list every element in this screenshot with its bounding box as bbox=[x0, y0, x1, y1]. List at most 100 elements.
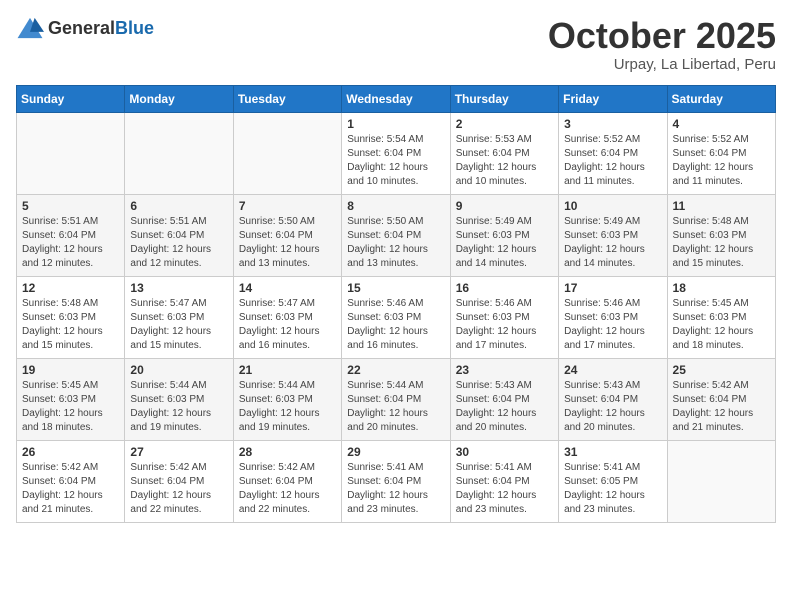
day-number: 9 bbox=[456, 199, 553, 213]
calendar-day-cell: 29 Sunrise: 5:41 AM Sunset: 6:04 PM Dayli… bbox=[342, 440, 450, 522]
calendar-day-cell: 7 Sunrise: 5:50 AM Sunset: 6:04 PM Daylig… bbox=[233, 194, 341, 276]
calendar-day-cell: 11 Sunrise: 5:48 AM Sunset: 6:03 PM Dayli… bbox=[667, 194, 775, 276]
day-number: 13 bbox=[130, 281, 227, 295]
day-info: Sunrise: 5:44 AM Sunset: 6:03 PM Dayligh… bbox=[239, 379, 336, 435]
calendar-day-cell: 28 Sunrise: 5:42 AM Sunset: 6:04 PM Dayli… bbox=[233, 440, 341, 522]
day-info: Sunrise: 5:51 AM Sunset: 6:04 PM Dayligh… bbox=[130, 215, 227, 271]
weekday-header-saturday: Saturday bbox=[667, 85, 775, 112]
calendar-day-cell: 8 Sunrise: 5:50 AM Sunset: 6:04 PM Daylig… bbox=[342, 194, 450, 276]
day-number: 6 bbox=[130, 199, 227, 213]
day-info: Sunrise: 5:47 AM Sunset: 6:03 PM Dayligh… bbox=[130, 297, 227, 353]
day-number: 23 bbox=[456, 363, 553, 377]
month-title: October 2025 bbox=[548, 16, 776, 56]
day-number: 10 bbox=[564, 199, 661, 213]
day-info: Sunrise: 5:51 AM Sunset: 6:04 PM Dayligh… bbox=[22, 215, 119, 271]
day-number: 31 bbox=[564, 445, 661, 459]
day-info: Sunrise: 5:44 AM Sunset: 6:04 PM Dayligh… bbox=[347, 379, 444, 435]
calendar-week-row: 1Sunrise: 5:54 AM Sunset: 6:04 PM Daylig… bbox=[17, 112, 776, 194]
calendar-day-cell: 5 Sunrise: 5:51 AM Sunset: 6:04 PM Daylig… bbox=[17, 194, 125, 276]
day-info: Sunrise: 5:44 AM Sunset: 6:03 PM Dayligh… bbox=[130, 379, 227, 435]
day-info: Sunrise: 5:46 AM Sunset: 6:03 PM Dayligh… bbox=[456, 297, 553, 353]
day-number: 29 bbox=[347, 445, 444, 459]
day-info: Sunrise: 5:50 AM Sunset: 6:04 PM Dayligh… bbox=[239, 215, 336, 271]
day-number: 24 bbox=[564, 363, 661, 377]
title-area: October 2025 Urpay, La Libertad, Peru bbox=[548, 16, 776, 73]
calendar-day-cell: 3 Sunrise: 5:52 AM Sunset: 6:04 PM Daylig… bbox=[559, 112, 667, 194]
page-header: GeneralBlue October 2025 Urpay, La Liber… bbox=[16, 16, 776, 73]
empty-day-cell bbox=[233, 112, 341, 194]
day-info: Sunrise: 5:48 AM Sunset: 6:03 PM Dayligh… bbox=[673, 215, 770, 271]
day-number: 25 bbox=[673, 363, 770, 377]
day-info: Sunrise: 5:49 AM Sunset: 6:03 PM Dayligh… bbox=[564, 215, 661, 271]
day-info: Sunrise: 5:41 AM Sunset: 6:04 PM Dayligh… bbox=[347, 461, 444, 517]
day-info: Sunrise: 5:42 AM Sunset: 6:04 PM Dayligh… bbox=[239, 461, 336, 517]
day-info: Sunrise: 5:46 AM Sunset: 6:03 PM Dayligh… bbox=[347, 297, 444, 353]
calendar-day-cell: 23 Sunrise: 5:43 AM Sunset: 6:04 PM Dayli… bbox=[450, 358, 558, 440]
calendar-day-cell: 25 Sunrise: 5:42 AM Sunset: 6:04 PM Dayli… bbox=[667, 358, 775, 440]
calendar-day-cell: 21 Sunrise: 5:44 AM Sunset: 6:03 PM Dayli… bbox=[233, 358, 341, 440]
calendar-day-cell: 31 Sunrise: 5:41 AM Sunset: 6:05 PM Dayli… bbox=[559, 440, 667, 522]
day-info: Sunrise: 5:52 AM Sunset: 6:04 PM Dayligh… bbox=[564, 133, 661, 189]
calendar-day-cell: 9 Sunrise: 5:49 AM Sunset: 6:03 PM Daylig… bbox=[450, 194, 558, 276]
calendar-week-row: 5 Sunrise: 5:51 AM Sunset: 6:04 PM Daylig… bbox=[17, 194, 776, 276]
day-number: 19 bbox=[22, 363, 119, 377]
day-info: Sunrise: 5:52 AM Sunset: 6:04 PM Dayligh… bbox=[673, 133, 770, 189]
day-info: Sunrise: 5:42 AM Sunset: 6:04 PM Dayligh… bbox=[130, 461, 227, 517]
day-number: 30 bbox=[456, 445, 553, 459]
calendar-day-cell: 12 Sunrise: 5:48 AM Sunset: 6:03 PM Dayli… bbox=[17, 276, 125, 358]
calendar-day-cell: 14Sunrise: 5:47 AM Sunset: 6:03 PM Dayli… bbox=[233, 276, 341, 358]
day-number: 18 bbox=[673, 281, 770, 295]
empty-day-cell bbox=[17, 112, 125, 194]
day-number: 15 bbox=[347, 281, 444, 295]
day-info: Sunrise: 5:46 AM Sunset: 6:03 PM Dayligh… bbox=[564, 297, 661, 353]
calendar-day-cell: 15 Sunrise: 5:46 AM Sunset: 6:03 PM Dayli… bbox=[342, 276, 450, 358]
calendar-day-cell: 20Sunrise: 5:44 AM Sunset: 6:03 PM Dayli… bbox=[125, 358, 233, 440]
day-number: 16 bbox=[456, 281, 553, 295]
calendar-day-cell: 30Sunrise: 5:41 AM Sunset: 6:04 PM Dayli… bbox=[450, 440, 558, 522]
calendar-day-cell: 10 Sunrise: 5:49 AM Sunset: 6:03 PM Dayli… bbox=[559, 194, 667, 276]
calendar-day-cell: 17 Sunrise: 5:46 AM Sunset: 6:03 PM Dayli… bbox=[559, 276, 667, 358]
day-info: Sunrise: 5:47 AM Sunset: 6:03 PM Dayligh… bbox=[239, 297, 336, 353]
day-info: Sunrise: 5:54 AM Sunset: 6:04 PM Dayligh… bbox=[347, 133, 444, 189]
day-info: Sunrise: 5:43 AM Sunset: 6:04 PM Dayligh… bbox=[564, 379, 661, 435]
day-number: 4 bbox=[673, 117, 770, 131]
calendar-week-row: 19 Sunrise: 5:45 AM Sunset: 6:03 PM Dayli… bbox=[17, 358, 776, 440]
calendar-table: SundayMondayTuesdayWednesdayThursdayFrid… bbox=[16, 85, 776, 523]
day-number: 27 bbox=[130, 445, 227, 459]
day-info: Sunrise: 5:43 AM Sunset: 6:04 PM Dayligh… bbox=[456, 379, 553, 435]
day-number: 11 bbox=[673, 199, 770, 213]
day-number: 12 bbox=[22, 281, 119, 295]
day-info: Sunrise: 5:50 AM Sunset: 6:04 PM Dayligh… bbox=[347, 215, 444, 271]
day-number: 21 bbox=[239, 363, 336, 377]
day-info: Sunrise: 5:45 AM Sunset: 6:03 PM Dayligh… bbox=[673, 297, 770, 353]
calendar-day-cell: 6 Sunrise: 5:51 AM Sunset: 6:04 PM Daylig… bbox=[125, 194, 233, 276]
day-number: 8 bbox=[347, 199, 444, 213]
day-info: Sunrise: 5:42 AM Sunset: 6:04 PM Dayligh… bbox=[673, 379, 770, 435]
day-info: Sunrise: 5:41 AM Sunset: 6:05 PM Dayligh… bbox=[564, 461, 661, 517]
logo: GeneralBlue bbox=[16, 16, 154, 40]
calendar-day-cell: 16 Sunrise: 5:46 AM Sunset: 6:03 PM Dayli… bbox=[450, 276, 558, 358]
location-subtitle: Urpay, La Libertad, Peru bbox=[548, 56, 776, 73]
day-number: 17 bbox=[564, 281, 661, 295]
day-info: Sunrise: 5:49 AM Sunset: 6:03 PM Dayligh… bbox=[456, 215, 553, 271]
day-number: 28 bbox=[239, 445, 336, 459]
day-number: 5 bbox=[22, 199, 119, 213]
day-info: Sunrise: 5:42 AM Sunset: 6:04 PM Dayligh… bbox=[22, 461, 119, 517]
day-info: Sunrise: 5:53 AM Sunset: 6:04 PM Dayligh… bbox=[456, 133, 553, 189]
day-number: 2 bbox=[456, 117, 553, 131]
calendar-day-cell: 26Sunrise: 5:42 AM Sunset: 6:04 PM Dayli… bbox=[17, 440, 125, 522]
calendar-day-cell: 22Sunrise: 5:44 AM Sunset: 6:04 PM Dayli… bbox=[342, 358, 450, 440]
calendar-day-cell: 1Sunrise: 5:54 AM Sunset: 6:04 PM Daylig… bbox=[342, 112, 450, 194]
calendar-day-cell: 4 Sunrise: 5:52 AM Sunset: 6:04 PM Daylig… bbox=[667, 112, 775, 194]
calendar-day-cell: 18 Sunrise: 5:45 AM Sunset: 6:03 PM Dayli… bbox=[667, 276, 775, 358]
logo-general-text: GeneralBlue bbox=[48, 18, 154, 39]
weekday-header-wednesday: Wednesday bbox=[342, 85, 450, 112]
day-info: Sunrise: 5:45 AM Sunset: 6:03 PM Dayligh… bbox=[22, 379, 119, 435]
calendar-day-cell: 2 Sunrise: 5:53 AM Sunset: 6:04 PM Daylig… bbox=[450, 112, 558, 194]
day-number: 7 bbox=[239, 199, 336, 213]
weekday-header-monday: Monday bbox=[125, 85, 233, 112]
day-number: 3 bbox=[564, 117, 661, 131]
calendar-week-row: 26Sunrise: 5:42 AM Sunset: 6:04 PM Dayli… bbox=[17, 440, 776, 522]
day-info: Sunrise: 5:48 AM Sunset: 6:03 PM Dayligh… bbox=[22, 297, 119, 353]
calendar-day-cell: 27 Sunrise: 5:42 AM Sunset: 6:04 PM Dayli… bbox=[125, 440, 233, 522]
